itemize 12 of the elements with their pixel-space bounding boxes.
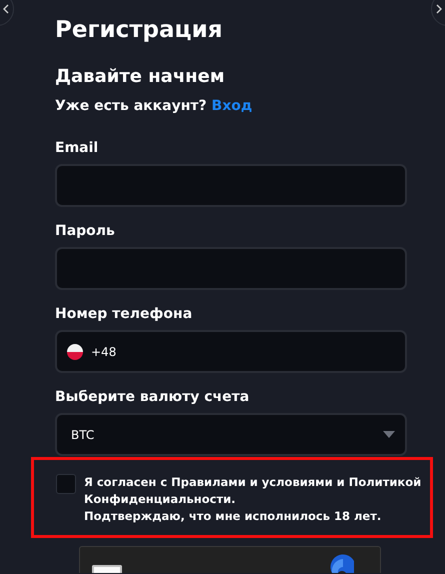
page-title: Регистрация bbox=[55, 16, 224, 45]
currency-select[interactable]: BTC bbox=[55, 413, 407, 456]
login-link[interactable]: Вход bbox=[212, 98, 252, 114]
agreement-text: Я согласен с Правилами и условиями и Политикой Конфиденциальности. bbox=[84, 474, 422, 508]
field-label: Email bbox=[55, 139, 100, 158]
field-label: Номер телефона bbox=[55, 305, 194, 324]
subtitle: Давайте начнем bbox=[55, 65, 226, 89]
phone-field[interactable]: +48 bbox=[55, 330, 407, 373]
agreement-text: Подтверждаю, что мне исполнилось 18 лет. bbox=[84, 508, 382, 525]
login-prompt: Уже есть аккаунт? bbox=[55, 98, 207, 114]
field-label: Пароль bbox=[55, 222, 116, 241]
field-label: Выберите валюту счета bbox=[55, 388, 250, 407]
